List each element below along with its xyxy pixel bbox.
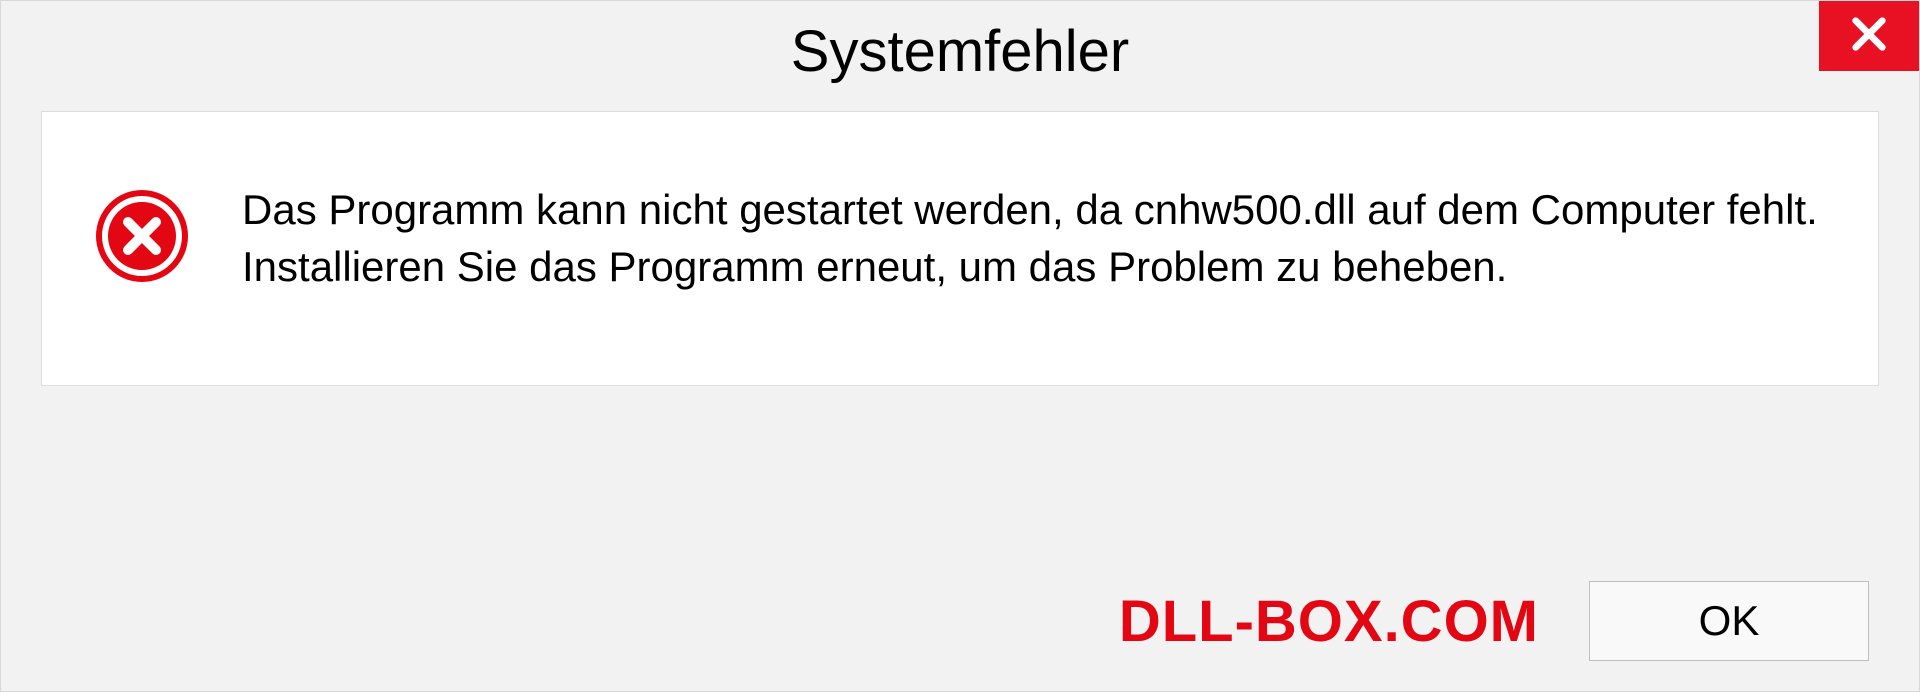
close-icon	[1849, 14, 1889, 59]
dialog-title: Systemfehler	[791, 18, 1129, 85]
watermark-text: DLL-BOX.COM	[1119, 588, 1539, 655]
ok-button-label: OK	[1699, 597, 1760, 645]
content-panel: Das Programm kann nicht gestartet werden…	[41, 111, 1879, 386]
titlebar: Systemfehler	[1, 1, 1919, 101]
error-icon	[92, 186, 192, 291]
close-button[interactable]	[1819, 1, 1919, 71]
footer: DLL-BOX.COM OK	[1, 581, 1919, 661]
ok-button[interactable]: OK	[1589, 581, 1869, 661]
error-message: Das Programm kann nicht gestartet werden…	[242, 182, 1828, 295]
